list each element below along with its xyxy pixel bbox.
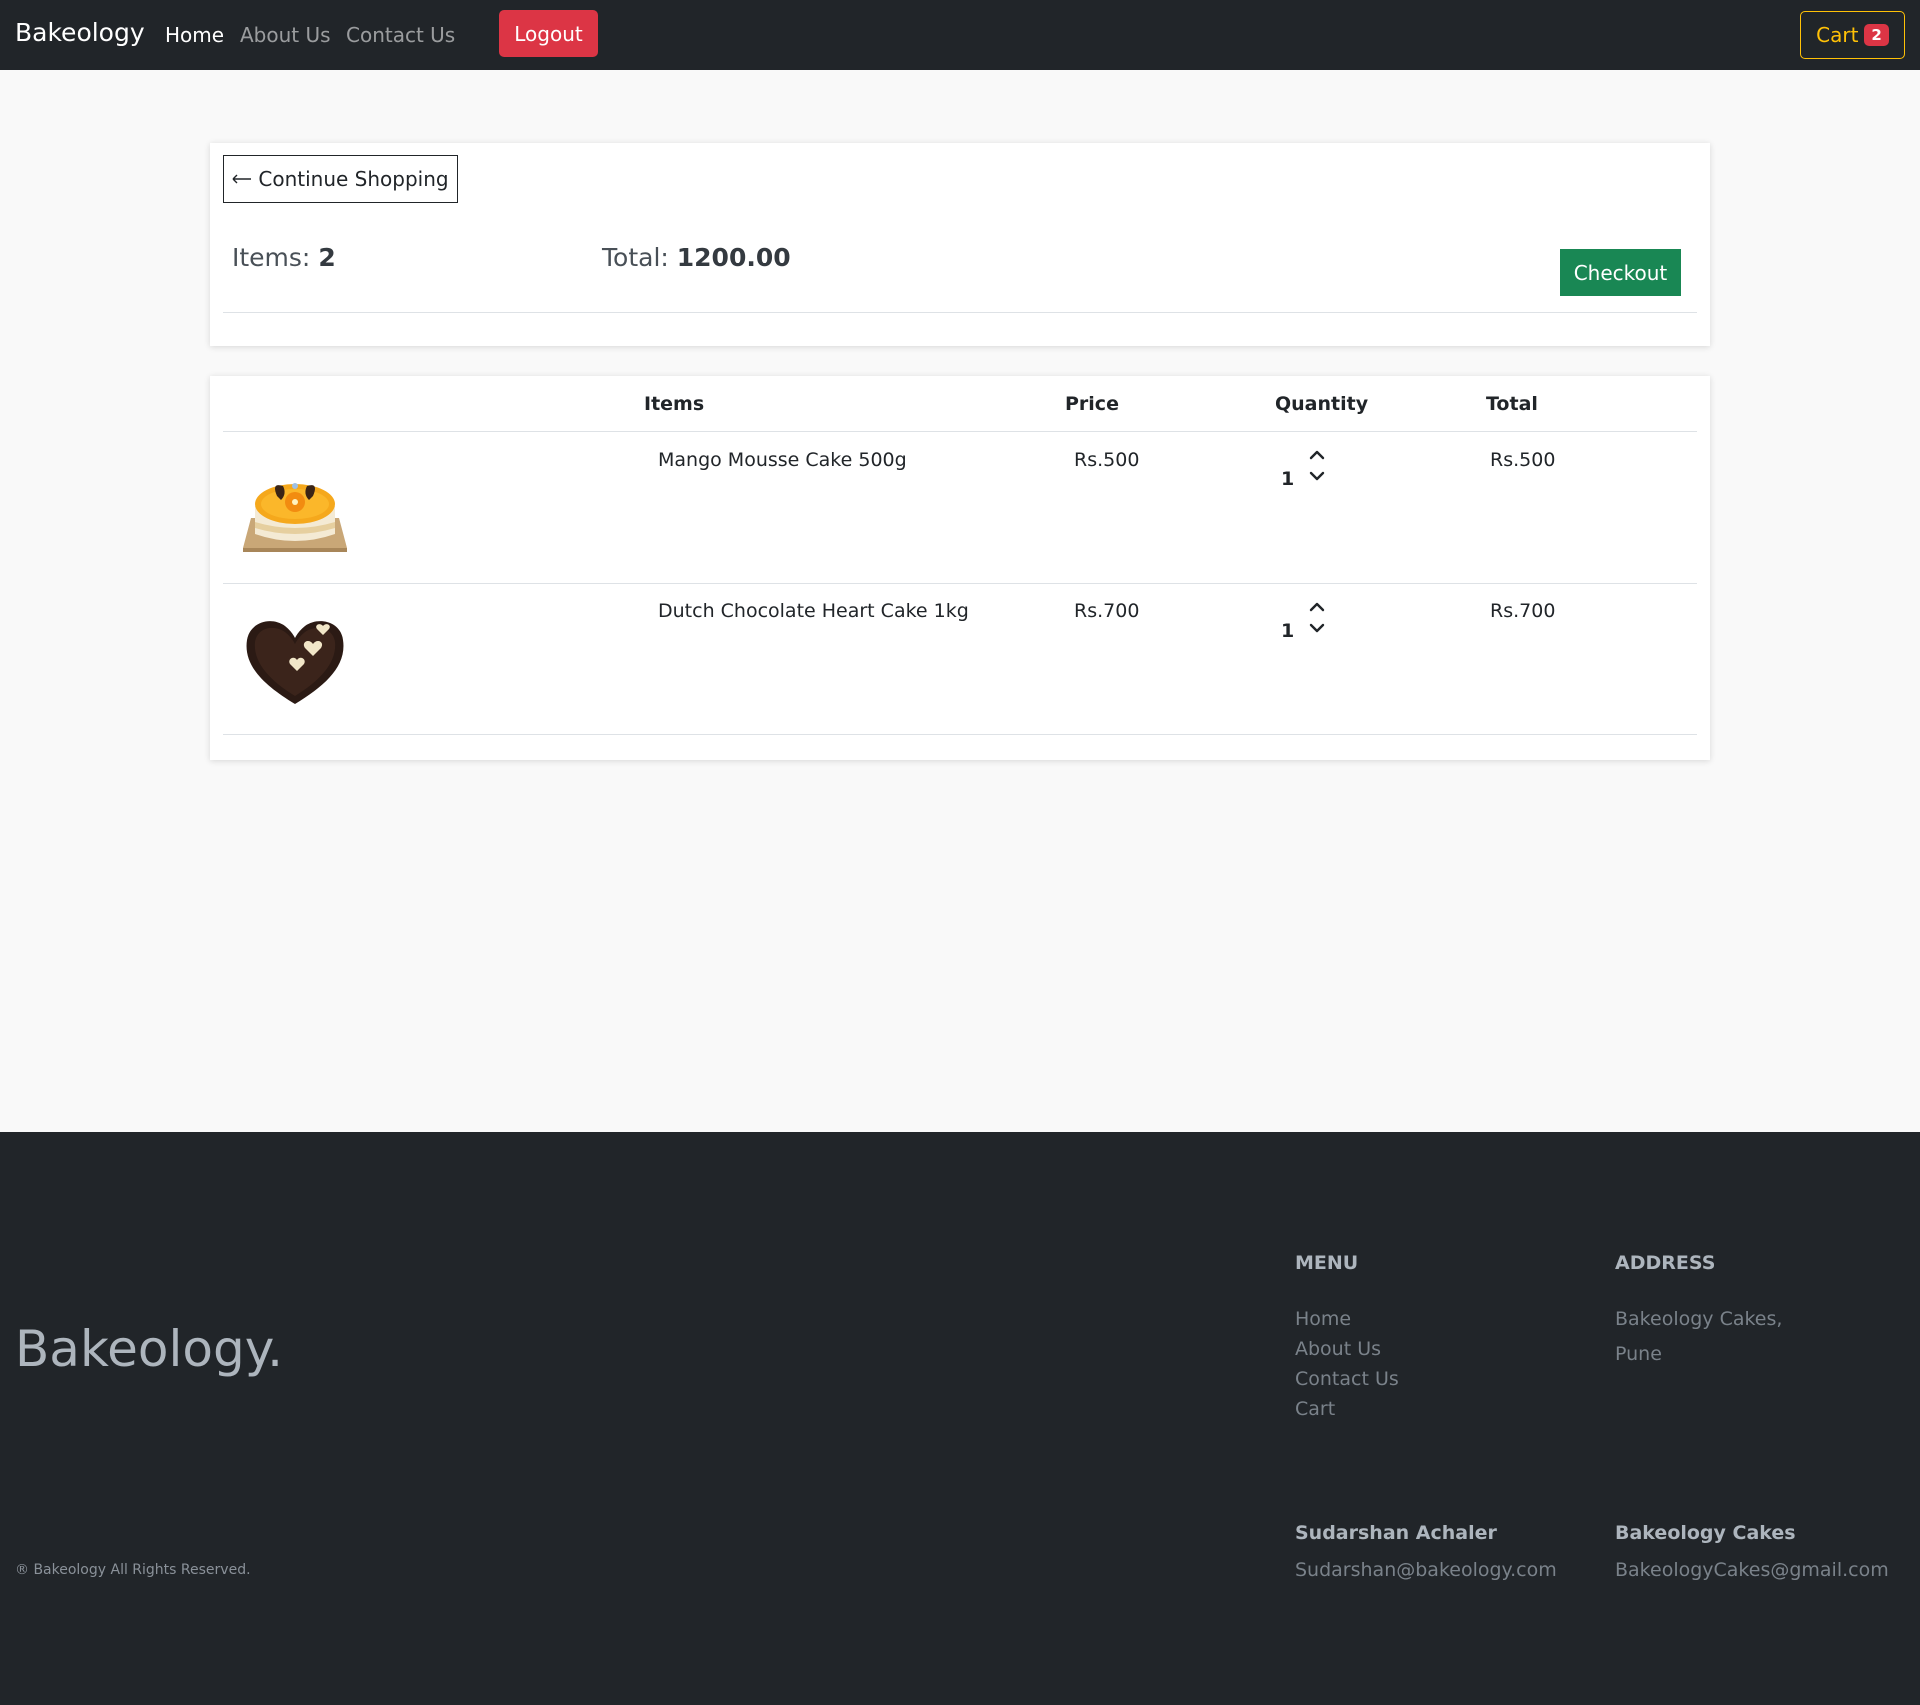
items-count-summary: Items: 2 [232, 243, 336, 272]
quantity-stepper[interactable] [1307, 449, 1327, 489]
address-line: Bakeology Cakes, [1615, 1308, 1783, 1330]
divider [223, 431, 1697, 432]
cart-label: Cart [1816, 23, 1859, 47]
item-quantity: 1 [1281, 620, 1295, 642]
arrow-left-icon [232, 174, 252, 184]
footer-link-cart[interactable]: Cart [1295, 1398, 1335, 1420]
nav-link-home[interactable]: Home [165, 23, 224, 47]
item-total: Rs.500 [1490, 449, 1556, 471]
column-header-price: Price [1065, 393, 1119, 415]
contact-email-link[interactable]: BakeologyCakes@gmail.com [1615, 1559, 1889, 1581]
address-line: Pune [1615, 1343, 1662, 1365]
nav-link-about[interactable]: About Us [240, 23, 331, 47]
footer-menu-title: MENU [1295, 1252, 1359, 1274]
chevron-up-icon[interactable] [1309, 450, 1325, 460]
column-header-items: Items [644, 393, 705, 415]
footer-link-contact[interactable]: Contact Us [1295, 1368, 1399, 1390]
footer-address-title: ADDRESS [1615, 1252, 1716, 1274]
logout-button[interactable]: Logout [499, 10, 598, 57]
total-label: Total: [602, 243, 669, 272]
footer-brand: Bakeology. [15, 1320, 284, 1378]
divider [223, 734, 1697, 735]
total-summary: Total: 1200.00 [602, 243, 791, 272]
item-price: Rs.500 [1074, 449, 1140, 471]
items-count-value: 2 [318, 243, 336, 272]
column-header-total: Total [1486, 393, 1538, 415]
contact-name: Bakeology Cakes [1615, 1522, 1796, 1544]
item-name: Mango Mousse Cake 500g [658, 449, 907, 471]
mango-mousse-cake-image [243, 483, 347, 552]
chevron-down-icon[interactable] [1309, 471, 1325, 481]
copyright-text: ® Bakeology All Rights Reserved. [15, 1562, 251, 1578]
chevron-down-icon[interactable] [1309, 623, 1325, 633]
continue-shopping-button[interactable]: Continue Shopping [223, 155, 458, 203]
column-header-quantity: Quantity [1275, 393, 1369, 415]
brand-logo[interactable]: Bakeology [15, 18, 145, 47]
nav-link-contact[interactable]: Contact Us [346, 23, 455, 47]
cart-summary-card: Continue Shopping Items: 2 Total: 1200.0… [210, 143, 1710, 346]
divider [223, 583, 1697, 584]
item-total: Rs.700 [1490, 600, 1556, 622]
footer-link-home[interactable]: Home [1295, 1308, 1351, 1330]
site-footer: Bakeology. ® Bakeology All Rights Reserv… [0, 1132, 1920, 1705]
checkout-button[interactable]: Checkout [1560, 249, 1681, 296]
divider [223, 312, 1697, 313]
chevron-up-icon[interactable] [1309, 602, 1325, 612]
cart-count-badge: 2 [1864, 24, 1889, 46]
contact-name: Sudarshan Achaler [1295, 1522, 1497, 1544]
item-name: Dutch Chocolate Heart Cake 1kg [658, 600, 969, 622]
chocolate-heart-cake-image [246, 621, 344, 704]
total-value: 1200.00 [676, 243, 791, 272]
cart-button[interactable]: Cart 2 [1800, 11, 1905, 59]
cart-items-table: Items Price Quantity Total Mango Mousse … [210, 376, 1710, 760]
items-label: Items: [232, 243, 311, 272]
top-navbar: Bakeology Home About Us Contact Us Logou… [0, 0, 1920, 70]
quantity-stepper[interactable] [1307, 601, 1327, 641]
contact-email-link[interactable]: Sudarshan@bakeology.com [1295, 1559, 1557, 1581]
item-price: Rs.700 [1074, 600, 1140, 622]
footer-link-about[interactable]: About Us [1295, 1338, 1381, 1360]
item-quantity: 1 [1281, 468, 1295, 490]
continue-shopping-label: Continue Shopping [258, 167, 449, 191]
